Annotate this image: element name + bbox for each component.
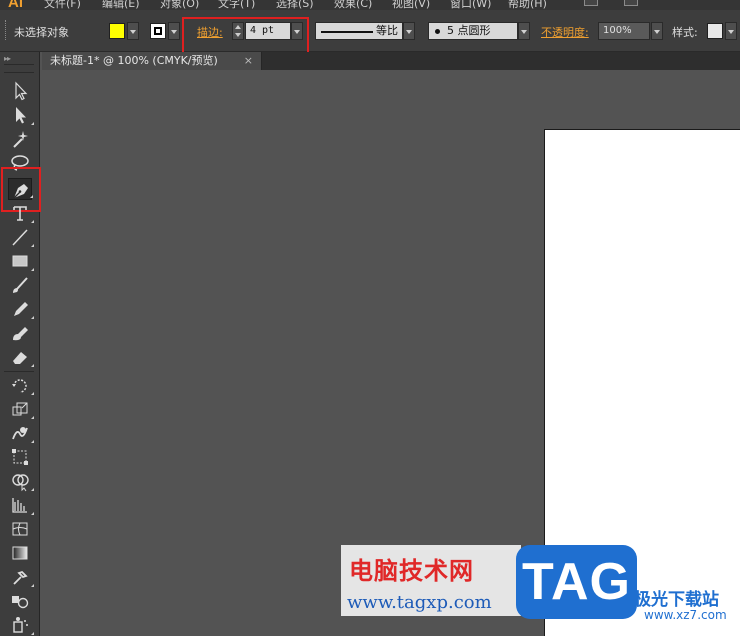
- magic-wand-tool-icon[interactable]: [8, 128, 32, 150]
- watermark-domain: www.xz7.com: [644, 608, 727, 622]
- watermark-banner-left: 电脑技术网 www.tagxp.com: [341, 545, 521, 616]
- brush-label: 5 点圆形: [447, 24, 491, 37]
- fill-color-swatch[interactable]: [109, 23, 125, 39]
- fill-dropdown-arrow[interactable]: [127, 22, 139, 40]
- menu-view[interactable]: 视图(V): [392, 0, 430, 10]
- menu-object[interactable]: 对象(O): [160, 0, 199, 10]
- close-tab-icon[interactable]: ×: [244, 52, 253, 70]
- stroke-color-swatch[interactable]: [150, 23, 166, 39]
- panel-collapse-icon[interactable]: ▸▸: [4, 54, 11, 63]
- menu-type[interactable]: 文字(T): [218, 0, 255, 10]
- scale-tool-icon[interactable]: [8, 398, 34, 420]
- menu-effect[interactable]: 效果(C): [334, 0, 372, 10]
- brush-dropdown[interactable]: [518, 22, 530, 40]
- paintbrush-tool-icon[interactable]: [8, 274, 32, 296]
- stroke-profile-dropdown[interactable]: [403, 22, 415, 40]
- app-logo: Ai: [8, 0, 23, 10]
- perspective-grid-tool-icon[interactable]: [8, 494, 34, 516]
- direct-selection-tool-icon[interactable]: [8, 104, 34, 126]
- watermark-banner-right: 极光下载站 www.xz7.com: [630, 583, 740, 627]
- blend-tool-icon[interactable]: [8, 590, 32, 612]
- document-tab-bar: 未标题-1* @ 100% (CMYK/预览) ×: [42, 52, 740, 70]
- tools-panel: ▸▸: [0, 52, 41, 636]
- menu-edit[interactable]: 编辑(E): [102, 0, 140, 10]
- line-segment-tool-icon[interactable]: [8, 226, 34, 248]
- warp-tool-icon[interactable]: [8, 422, 34, 444]
- document-tab-title: 未标题-1* @ 100% (CMYK/预览): [50, 54, 218, 67]
- blob-brush-tool-icon[interactable]: [8, 322, 32, 344]
- opacity-dropdown[interactable]: [651, 22, 663, 40]
- pencil-tool-icon[interactable]: [8, 298, 34, 320]
- menu-window[interactable]: 窗口(W): [450, 0, 491, 10]
- shape-builder-tool-icon[interactable]: [8, 470, 34, 492]
- gradient-tool-icon[interactable]: [8, 542, 32, 564]
- control-bar: 未选择对象 描边: 4 pt 等比 5 点圆形 不透明度: 100% 样式:: [0, 10, 740, 66]
- bridge-icon[interactable]: [584, 0, 598, 6]
- menu-help[interactable]: 帮助(H): [508, 0, 547, 10]
- watermark-site-name: 极光下载站: [634, 590, 719, 610]
- style-label: 样式:: [672, 26, 698, 39]
- free-transform-tool-icon[interactable]: [8, 446, 32, 468]
- menu-bar: Ai 文件(F) 编辑(E) 对象(O) 文字(T) 选择(S) 效果(C) 视…: [0, 0, 740, 10]
- graphic-style-swatch[interactable]: [707, 23, 723, 39]
- type-tool-icon[interactable]: [8, 202, 34, 224]
- menu-file[interactable]: 文件(F): [44, 0, 81, 10]
- symbol-sprayer-tool-icon[interactable]: [8, 614, 34, 636]
- control-bar-grip[interactable]: [5, 20, 7, 40]
- graphic-style-dropdown[interactable]: [725, 22, 737, 40]
- stroke-profile-select[interactable]: 等比: [315, 22, 403, 40]
- document-tab[interactable]: 未标题-1* @ 100% (CMYK/预览) ×: [42, 52, 262, 70]
- brush-select[interactable]: 5 点圆形: [428, 22, 518, 40]
- arrange-documents-icon[interactable]: [624, 0, 638, 6]
- menu-select[interactable]: 选择(S): [276, 0, 314, 10]
- mesh-tool-icon[interactable]: [8, 518, 32, 540]
- rectangle-tool-icon[interactable]: [8, 250, 34, 272]
- watermark-url: www.tagxp.com: [347, 592, 492, 613]
- opacity-field[interactable]: 100%: [598, 22, 650, 40]
- selection-tool-icon[interactable]: [8, 80, 32, 102]
- watermark-tag-logo: TAG: [516, 545, 637, 619]
- eraser-tool-icon[interactable]: [8, 346, 34, 368]
- stroke-profile-label: 等比: [376, 24, 398, 37]
- eyedropper-tool-icon[interactable]: [8, 566, 34, 588]
- stroke-dropdown-arrow[interactable]: [168, 22, 180, 40]
- opacity-label[interactable]: 不透明度:: [541, 24, 589, 40]
- rotate-tool-icon[interactable]: [8, 374, 34, 396]
- selection-status: 未选择对象: [14, 26, 69, 39]
- watermark-title: 电脑技术网: [349, 557, 474, 585]
